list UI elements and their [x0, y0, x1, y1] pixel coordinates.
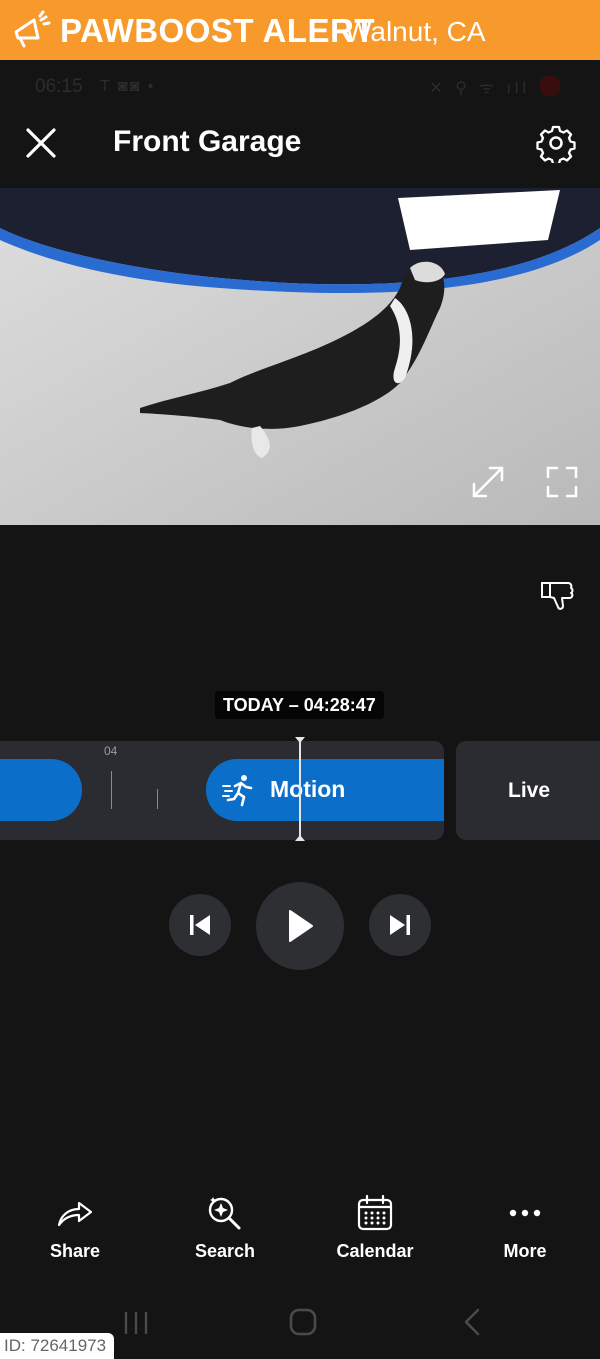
running-person-icon	[222, 775, 253, 807]
skip-previous-button[interactable]	[169, 894, 231, 956]
video-player[interactable]	[0, 188, 600, 525]
search-sparkle-icon	[208, 1197, 241, 1230]
back-icon[interactable]	[460, 1307, 484, 1337]
timeline-hour-label: 04	[104, 744, 118, 758]
live-button-label: Live	[508, 779, 551, 802]
calendar-icon	[357, 1194, 393, 1231]
close-icon[interactable]	[22, 124, 60, 162]
recent-apps-icon[interactable]	[122, 1309, 150, 1337]
fullscreen-icon[interactable]	[544, 464, 580, 500]
thumbs-down-icon[interactable]	[538, 575, 576, 613]
pawboost-banner: PAWBOOST ALERT Walnut, CA	[0, 0, 600, 60]
home-icon[interactable]	[288, 1307, 318, 1337]
expand-arrows-icon[interactable]	[470, 464, 506, 500]
gear-icon[interactable]	[536, 123, 576, 163]
status-time: 06:15	[35, 76, 83, 97]
status-system-icons: ✕ ⚲ ᯤ ıll	[429, 80, 530, 97]
top-bar: Front Garage	[0, 110, 600, 180]
calendar-label: Calendar	[336, 1241, 414, 1261]
timeline-tick	[111, 771, 112, 809]
play-button[interactable]	[256, 882, 344, 970]
skip-next-icon	[390, 915, 410, 935]
banner-location: Walnut, CA	[345, 16, 486, 47]
motion-event-label: Motion	[270, 776, 346, 802]
banner-title: PAWBOOST ALERT	[60, 12, 375, 49]
play-icon	[289, 910, 313, 942]
status-bar: 06:15 T ◙◙ • ✕ ⚲ ᯤ ıll	[0, 60, 600, 110]
event-timeline[interactable]: 04 Motion	[0, 741, 444, 840]
motion-event-segment[interactable]: Motion	[206, 759, 444, 821]
share-button[interactable]: Share	[0, 1190, 150, 1270]
skip-next-button[interactable]	[369, 894, 431, 956]
skip-previous-icon	[190, 915, 210, 935]
calendar-button[interactable]: Calendar	[300, 1190, 450, 1270]
share-label: Share	[49, 1241, 101, 1261]
search-button[interactable]: Search	[150, 1190, 300, 1270]
image-id-label: ID: 72641973	[0, 1333, 114, 1359]
timeline-tick	[157, 789, 158, 809]
more-dots-icon	[509, 1209, 541, 1217]
timeline-timestamp: TODAY – 04:28:47	[215, 691, 384, 719]
previous-event-segment[interactable]	[0, 759, 82, 821]
status-notification-icons: T ◙◙ •	[100, 78, 156, 95]
more-label: More	[503, 1241, 547, 1261]
battery-icon	[540, 76, 560, 96]
live-button[interactable]: Live	[456, 741, 600, 840]
bottom-action-bar: Share Search Calendar More	[0, 1190, 600, 1270]
search-label: Search	[194, 1241, 256, 1261]
share-icon	[57, 1201, 93, 1227]
timeline-playhead[interactable]	[295, 737, 305, 841]
page-title: Front Garage	[113, 125, 302, 158]
megaphone-icon	[14, 10, 51, 48]
more-button[interactable]: More	[450, 1190, 600, 1270]
video-frame	[0, 188, 600, 525]
